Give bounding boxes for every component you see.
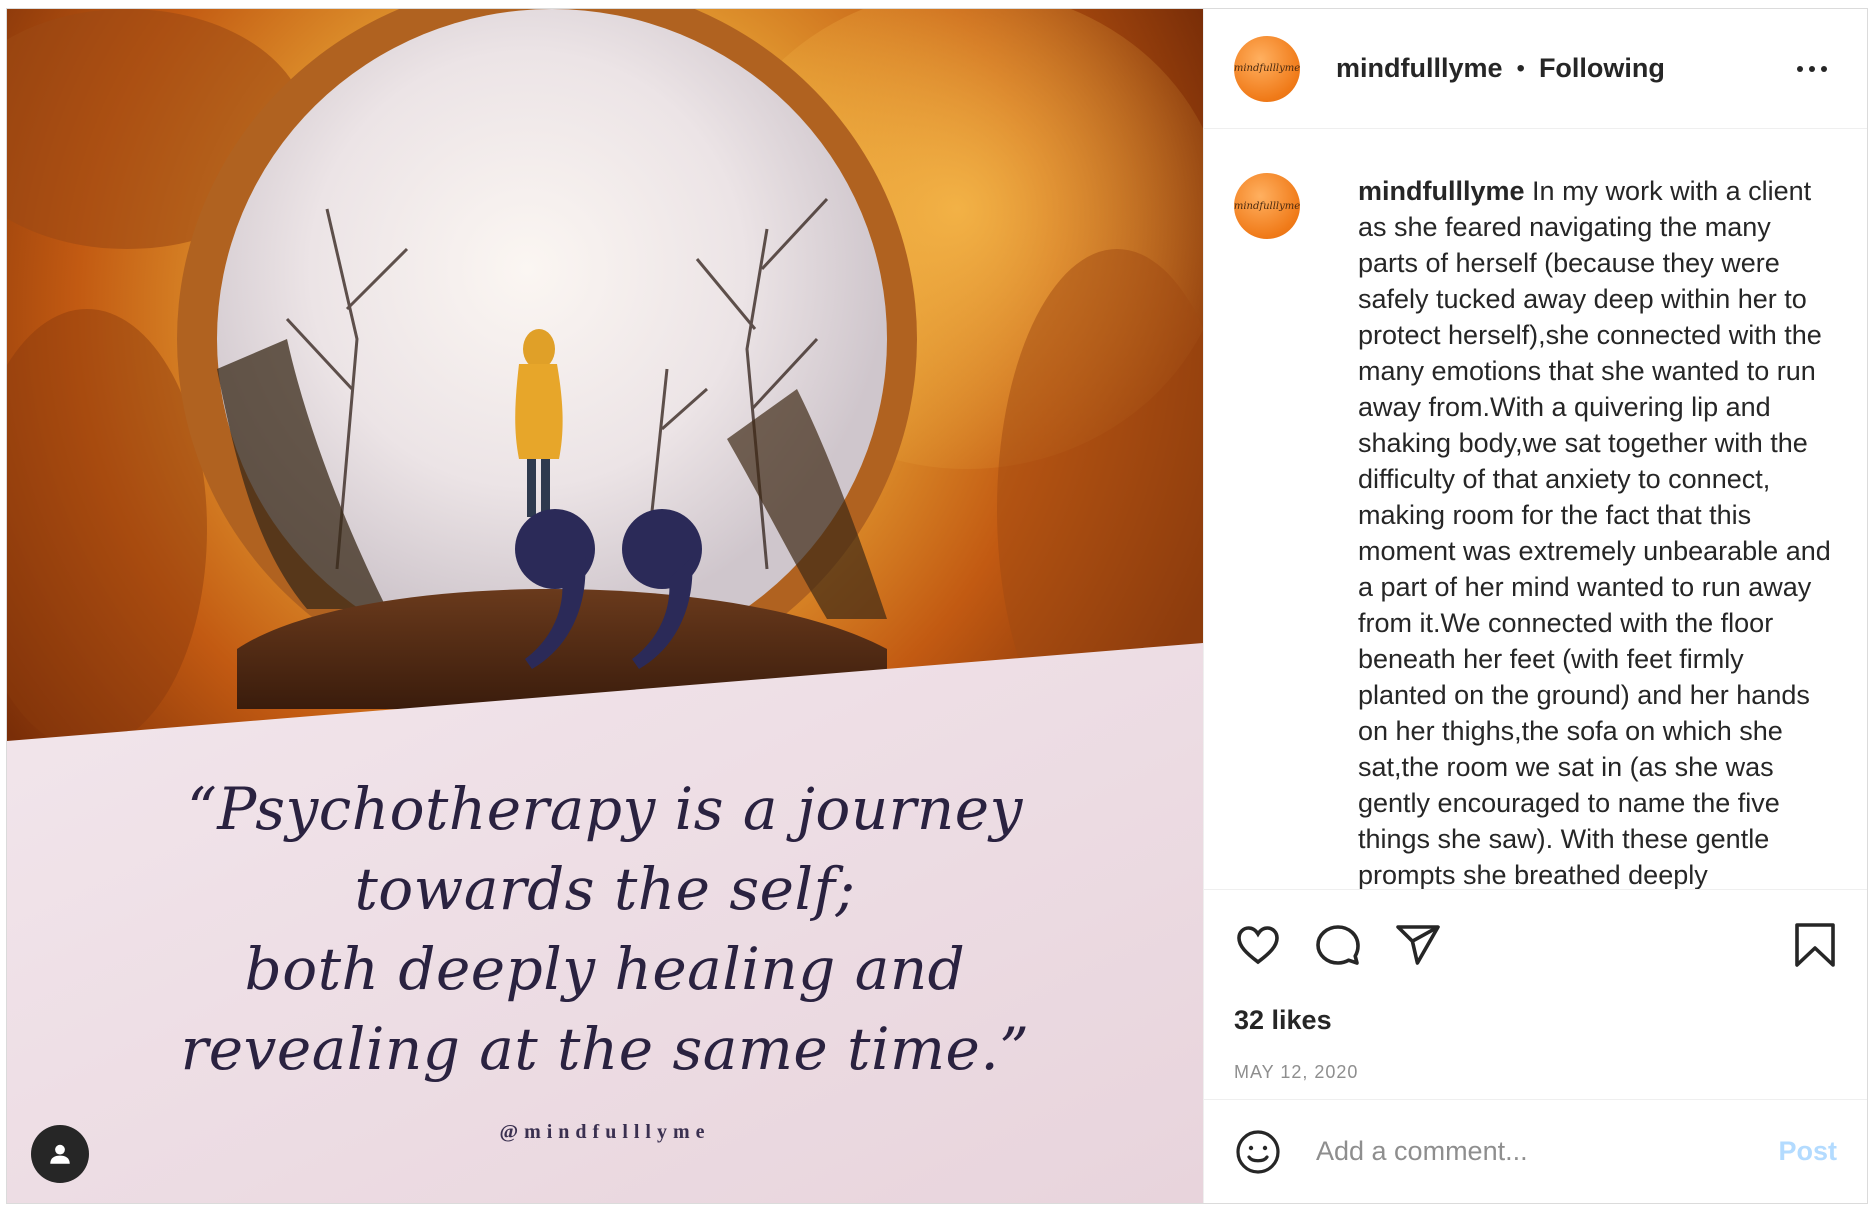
comment-input[interactable] xyxy=(1314,1135,1779,1168)
post-side-panel: mindfulllyme mindfulllyme • Following mi… xyxy=(1203,9,1867,1203)
action-bar xyxy=(1204,890,1867,1000)
quote-line: “Psychotherapy is a journey xyxy=(187,775,1023,843)
avatar-logo: mindfulllyme xyxy=(1234,63,1300,74)
comment-bar: Post xyxy=(1204,1099,1867,1203)
post-header: mindfulllyme mindfulllyme • Following xyxy=(1204,9,1867,129)
caption-avatar[interactable]: mindfulllyme xyxy=(1234,173,1300,239)
header-username[interactable]: mindfulllyme xyxy=(1336,53,1503,84)
post-comment-button[interactable]: Post xyxy=(1778,1136,1837,1167)
post-date[interactable]: MAY 12, 2020 xyxy=(1204,1052,1867,1092)
quote-line: both deeply healing and xyxy=(244,935,966,1003)
heart-icon[interactable] xyxy=(1234,921,1282,969)
quote-text: “Psychotherapy is a journey towards the … xyxy=(7,769,1203,1089)
avatar-logo: mindfulllyme xyxy=(1234,200,1300,212)
caption: mindfulllyme In my work with a client as… xyxy=(1358,173,1837,890)
bookmark-icon[interactable] xyxy=(1793,921,1837,969)
user-tag-button[interactable] xyxy=(31,1125,89,1183)
caption-username[interactable]: mindfulllyme xyxy=(1358,176,1525,206)
instagram-post: “Psychotherapy is a journey towards the … xyxy=(6,8,1868,1204)
like-count[interactable]: 32 likes xyxy=(1204,1000,1867,1040)
post-image[interactable]: “Psychotherapy is a journey towards the … xyxy=(7,9,1203,1203)
quote-line: revealing at the same time.” xyxy=(180,1015,1030,1083)
user-tag-icon xyxy=(50,1144,70,1164)
more-options-icon[interactable] xyxy=(1787,56,1837,82)
image-handle: @mindfulllyme xyxy=(499,1121,711,1143)
share-icon[interactable] xyxy=(1394,921,1442,969)
quote-line: towards the self; xyxy=(354,855,856,923)
caption-body: In my work with a client as she feared n… xyxy=(1358,176,1831,890)
caption-area: mindfulllyme mindfulllyme In my work wit… xyxy=(1204,129,1867,890)
avatar[interactable]: mindfulllyme xyxy=(1234,35,1300,102)
separator-dot: • xyxy=(1516,54,1525,82)
following-button[interactable]: Following xyxy=(1539,53,1665,84)
emoji-icon[interactable] xyxy=(1234,1128,1282,1176)
comment-icon[interactable] xyxy=(1314,921,1362,969)
